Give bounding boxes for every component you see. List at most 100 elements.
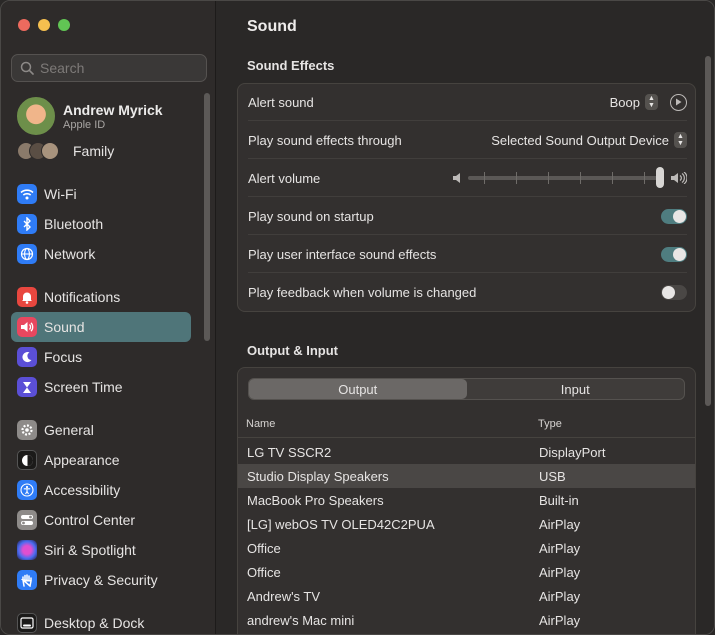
- sidebar-item-network[interactable]: Network: [11, 239, 191, 269]
- user-name: Andrew Myrick: [63, 101, 163, 118]
- sidebar-item-appearance[interactable]: Appearance: [11, 445, 191, 475]
- alert-sound-popup[interactable]: Boop ▲ ▼: [609, 93, 687, 111]
- column-header-name[interactable]: Name: [246, 418, 275, 430]
- device-type: USB: [539, 469, 566, 484]
- output-device-popup[interactable]: Selected Sound Output Device ▲ ▼: [491, 132, 687, 148]
- table-row[interactable]: MacBook Pro Speakers Built-in: [238, 488, 695, 512]
- close-button[interactable]: [18, 19, 30, 31]
- bluetooth-icon: [17, 214, 37, 234]
- table-header: Name Type: [238, 410, 695, 438]
- table-row[interactable]: Office AirPlay: [238, 536, 695, 560]
- sidebar: Andrew Myrick Apple ID Family Wi-Fi: [1, 1, 216, 634]
- ui-effects-toggle[interactable]: [661, 246, 687, 262]
- sidebar-item-label: General: [44, 422, 94, 438]
- output-device-value: Selected Sound Output Device: [491, 132, 669, 148]
- table-row[interactable]: Studio Display Speakers USB: [238, 464, 695, 488]
- accessibility-icon: [17, 480, 37, 500]
- output-device-label: Play sound effects through: [248, 132, 402, 148]
- device-name: LG TV SSCR2: [247, 445, 332, 460]
- volume-feedback-toggle[interactable]: [661, 285, 687, 300]
- sidebar-item-label: Sound: [44, 319, 85, 335]
- device-name: Office: [247, 541, 281, 556]
- search-input[interactable]: [40, 60, 200, 76]
- hand-icon: [17, 570, 37, 590]
- device-name: Studio Display Speakers: [247, 469, 389, 484]
- sidebar-item-label: Focus: [44, 349, 83, 365]
- sidebar-item-accessibility[interactable]: Accessibility: [11, 475, 191, 505]
- sidebar-item-focus[interactable]: Focus: [11, 342, 191, 372]
- startup-sound-row: Play sound on startup: [248, 198, 687, 235]
- alert-volume-label: Alert volume: [248, 170, 321, 186]
- sidebar-item-label: Privacy & Security: [44, 572, 158, 588]
- device-type: AirPlay: [539, 613, 581, 628]
- sidebar-item-desktop-dock[interactable]: Desktop & Dock: [11, 608, 191, 634]
- volume-feedback-row: Play feedback when volume is changed: [248, 274, 687, 311]
- output-input-panel: Output Input Name Type LG TV SSCR2 Displ…: [237, 367, 696, 634]
- table-row[interactable]: LG TV SSCR2 DisplayPort: [238, 440, 695, 464]
- column-header-type[interactable]: Type: [538, 418, 562, 430]
- sidebar-item-sound[interactable]: Sound: [11, 312, 191, 342]
- play-sound-button[interactable]: [670, 93, 687, 111]
- sidebar-item-control-center[interactable]: Control Center: [11, 505, 191, 535]
- sidebar-item-label: Siri & Spotlight: [44, 542, 136, 558]
- section-title-output-input: Output & Input: [247, 343, 338, 358]
- table-row[interactable]: Andrew's TV AirPlay: [238, 584, 695, 608]
- dock-icon: [17, 613, 37, 633]
- gear-icon: [17, 420, 37, 440]
- slider-knob[interactable]: [656, 167, 664, 188]
- tab-output[interactable]: Output: [249, 379, 467, 399]
- sidebar-item-wifi[interactable]: Wi-Fi: [11, 179, 191, 209]
- chevron-updown-icon: ▲ ▼: [674, 132, 687, 148]
- alert-sound-label: Alert sound: [248, 94, 314, 110]
- table-row[interactable]: Office AirPlay: [238, 560, 695, 584]
- sidebar-item-label: Appearance: [44, 452, 120, 468]
- sidebar-item-label: Screen Time: [44, 379, 123, 395]
- chevron-updown-icon: ▲ ▼: [645, 94, 658, 110]
- table-row[interactable]: andrew's Mac mini AirPlay: [238, 608, 695, 632]
- alert-volume-slider[interactable]: [453, 167, 687, 188]
- sidebar-scrollbar[interactable]: [204, 93, 210, 341]
- minimize-button[interactable]: [38, 19, 50, 31]
- sidebar-item-screen-time[interactable]: Screen Time: [11, 372, 191, 402]
- alert-sound-value: Boop: [609, 94, 640, 110]
- sidebar-item-bluetooth[interactable]: Bluetooth: [11, 209, 191, 239]
- output-device-row: Play sound effects through Selected Soun…: [248, 122, 687, 159]
- main-pane: Sound Sound Effects Alert sound Boop ▲ ▼ …: [216, 1, 714, 634]
- device-type: AirPlay: [539, 565, 581, 580]
- apple-id-row[interactable]: Andrew Myrick Apple ID: [17, 97, 163, 135]
- siri-icon: [17, 540, 37, 560]
- sidebar-item-privacy-security[interactable]: Privacy & Security: [11, 565, 191, 595]
- startup-sound-toggle[interactable]: [661, 208, 687, 224]
- control-center-icon: [17, 510, 37, 530]
- device-type: DisplayPort: [539, 445, 606, 460]
- family-row[interactable]: Family: [17, 142, 114, 160]
- sidebar-item-siri-spotlight[interactable]: Siri & Spotlight: [11, 535, 191, 565]
- alert-sound-row: Alert sound Boop ▲ ▼: [248, 84, 687, 121]
- zoom-button[interactable]: [58, 19, 70, 31]
- sidebar-item-notifications[interactable]: Notifications: [11, 282, 191, 312]
- tab-input[interactable]: Input: [467, 379, 685, 399]
- sidebar-item-general[interactable]: General: [11, 415, 191, 445]
- startup-sound-label: Play sound on startup: [248, 208, 374, 224]
- device-type: AirPlay: [539, 589, 581, 604]
- sidebar-item-label: Wi-Fi: [44, 186, 77, 202]
- ui-effects-row: Play user interface sound effects: [248, 236, 687, 273]
- search-field[interactable]: [11, 54, 207, 82]
- device-name: Office: [247, 565, 281, 580]
- window-controls: [18, 19, 70, 31]
- main-scrollbar[interactable]: [705, 56, 711, 406]
- output-input-segmented-control[interactable]: Output Input: [248, 378, 685, 400]
- settings-window: Andrew Myrick Apple ID Family Wi-Fi: [0, 0, 715, 635]
- sidebar-item-label: Desktop & Dock: [44, 615, 145, 631]
- sidebar-item-label: Control Center: [44, 512, 136, 528]
- volume-low-icon: [453, 173, 460, 183]
- device-type: AirPlay: [539, 517, 581, 532]
- device-type: Built-in: [539, 493, 579, 508]
- section-title-sound-effects: Sound Effects: [247, 58, 335, 73]
- slider-track[interactable]: [468, 167, 664, 188]
- table-row[interactable]: [LG] webOS TV OLED42C2PUA AirPlay: [238, 512, 695, 536]
- device-name: andrew's Mac mini: [247, 613, 355, 628]
- ui-effects-label: Play user interface sound effects: [248, 246, 437, 262]
- search-icon: [20, 61, 34, 75]
- family-label: Family: [73, 143, 115, 159]
